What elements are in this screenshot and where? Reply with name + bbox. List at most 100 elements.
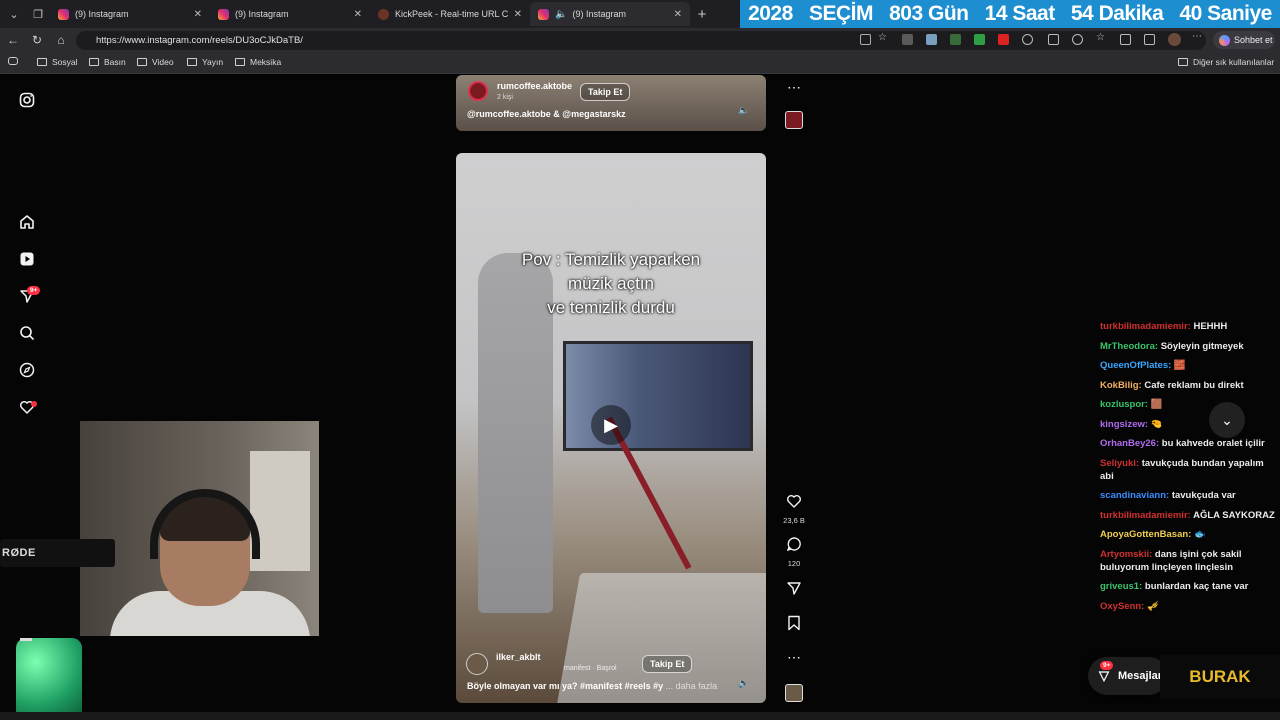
profile-avatar[interactable] <box>1168 33 1181 46</box>
bookmark-folder-basin[interactable]: Basın <box>89 57 126 67</box>
countdown-seconds: 40 Saniye <box>1179 2 1272 25</box>
kickpeek-icon <box>378 8 389 20</box>
chevron-down-icon[interactable]: ⌄ <box>1209 402 1245 438</box>
chat-message: MrTheodora: Söyleyin gitmeyek <box>1100 340 1275 353</box>
avatar[interactable] <box>466 653 488 675</box>
bookmark-label: Meksika <box>250 57 282 67</box>
speaker-icon[interactable]: 🔈 <box>555 9 567 20</box>
reel-username[interactable]: rumcoffee.aktobe <box>497 81 572 91</box>
url-field[interactable]: https://www.instagram.com/reels/DU3oCJkD… <box>76 31 1206 50</box>
tab-close-icon[interactable]: ✕ <box>194 9 202 20</box>
tab-actions-chevron-icon[interactable]: ⌄ <box>4 4 24 24</box>
chat-text: AĞLA SAYKORAZ <box>1193 509 1275 521</box>
browser-tab-bar: ⌄ ❐ (9) Instagram ✕ (9) Instagram ✕ Kick… <box>0 0 1280 28</box>
tab-close-icon[interactable]: ✕ <box>514 9 522 20</box>
play-icon[interactable]: ▶ <box>591 405 631 445</box>
extension-icon[interactable] <box>902 34 913 45</box>
collections-icon[interactable] <box>1144 34 1155 45</box>
favorites-icon[interactable]: ☆ <box>1096 32 1107 43</box>
extension-icon[interactable] <box>998 34 1009 45</box>
chat-text: Cafe reklamı bu direkt <box>1144 379 1244 391</box>
copilot-chat-button[interactable]: Sohbet et <box>1213 31 1275 49</box>
extension-icon[interactable] <box>1022 34 1033 45</box>
back-arrow-icon[interactable]: ← <box>5 32 21 48</box>
extensions-puzzle-icon[interactable] <box>1072 34 1083 45</box>
reel-username[interactable]: ilker_akblt <box>496 652 541 662</box>
tab-title: (9) Instagram <box>75 9 129 19</box>
bookmark-folder-meksika[interactable]: Meksika <box>235 57 281 67</box>
split-view-icon[interactable] <box>860 34 871 45</box>
reload-icon[interactable]: ↻ <box>29 32 45 48</box>
tab-kickpeek[interactable]: KickPeek - Real-time URL Crawler ✕ <box>370 2 530 26</box>
countdown-year: 2028 <box>748 2 793 25</box>
countdown-hours: 14 Saat <box>984 2 1056 25</box>
bookmark-label: Sosyal <box>52 57 78 67</box>
overlay-line: müzik açtın <box>568 274 654 293</box>
chat-message: kingsizew: 🤏 <box>1100 418 1275 431</box>
explore-compass-icon[interactable] <box>18 361 36 379</box>
browser-essentials-icon[interactable] <box>1120 34 1131 45</box>
bookmark-folder-yayin[interactable]: Yayın <box>187 57 223 67</box>
save-button[interactable] <box>783 615 805 636</box>
home-icon[interactable]: ⌂ <box>53 32 69 48</box>
tab-title: KickPeek - Real-time URL Crawler <box>395 9 508 19</box>
extension-icon[interactable] <box>950 34 961 45</box>
speaker-icon[interactable]: 🔈 <box>738 105 749 116</box>
reel-card-previous[interactable]: rumcoffee.aktobe 2 kişi Takip Et @rumcof… <box>456 75 766 131</box>
sidebar-toggle-icon[interactable] <box>1048 34 1059 45</box>
workspaces-icon[interactable]: ❐ <box>28 4 48 24</box>
chat-username: kozluspor: <box>1100 399 1149 410</box>
chat-message: Seliyuki: tavukçuda bundan yapalım abi <box>1100 457 1275 483</box>
tab-title: (9) Instagram <box>235 9 289 19</box>
share-icon <box>787 582 801 595</box>
chat-username: OxySenn: <box>1100 600 1145 612</box>
tab-instagram-active[interactable]: 🔈 (9) Instagram ✕ <box>530 2 690 26</box>
extension-icon[interactable] <box>926 34 937 45</box>
more-options-icon[interactable]: ⋯ <box>783 649 805 666</box>
chat-username: Seliyuki: <box>1100 457 1140 469</box>
audio-thumbnail[interactable] <box>785 684 803 702</box>
bookmark-folder-video[interactable]: Video <box>137 57 174 67</box>
avatar[interactable] <box>468 81 488 101</box>
chat-message: Artyomskii: dans işini çok sakil buluyor… <box>1100 548 1275 574</box>
new-tab-button[interactable]: + <box>692 4 712 24</box>
folder-icon <box>1178 58 1188 66</box>
bottom-strip <box>0 712 1280 720</box>
chat-username: griveus1: <box>1100 581 1143 592</box>
reel-audio[interactable]: manifest · Başrol <box>564 665 617 672</box>
tab-instagram-1[interactable]: (9) Instagram ✕ <box>50 2 210 26</box>
comment-button[interactable]: 120 <box>783 536 805 568</box>
chat-message: ApoyaGottenBasan: 🐟 <box>1100 528 1275 541</box>
home-icon[interactable] <box>18 213 36 231</box>
instagram-logo-icon[interactable] <box>18 91 36 109</box>
like-button[interactable]: 23,6 B <box>783 493 805 525</box>
more-options-icon[interactable]: ⋯ <box>783 79 805 96</box>
countdown-days: 803 Gün <box>889 2 969 25</box>
messages-button[interactable]: ▽ 9+ Mesajlar <box>1088 657 1168 695</box>
speaker-icon[interactable]: 🔈 <box>738 678 749 689</box>
search-icon[interactable] <box>18 324 36 342</box>
favorite-star-icon[interactable]: ☆ <box>878 32 889 43</box>
follow-button[interactable]: Takip Et <box>642 655 693 673</box>
chat-text: 🟫 <box>1150 399 1163 410</box>
bookmark-label: Yayın <box>202 57 224 67</box>
more-link[interactable]: ... daha fazla <box>666 681 718 691</box>
reading-mode-icon[interactable] <box>8 57 23 65</box>
share-button[interactable] <box>783 580 805 601</box>
chat-message: OrhanBey26: bu kahvede oralet içilir <box>1100 437 1275 450</box>
reels-icon[interactable] <box>18 250 36 268</box>
folder-icon <box>235 58 245 66</box>
extension-icon[interactable] <box>974 34 985 45</box>
other-bookmarks-folder[interactable]: Diğer sık kullanılanlar <box>1178 57 1274 67</box>
chat-message: KokBilig: Cafe reklamı bu direkt <box>1100 379 1275 392</box>
audio-thumbnail[interactable] <box>785 111 803 129</box>
tab-close-icon[interactable]: ✕ <box>674 9 682 20</box>
more-options-icon[interactable]: ⋯ <box>1192 31 1203 42</box>
tab-instagram-2[interactable]: (9) Instagram ✕ <box>210 2 370 26</box>
notification-dot <box>31 401 37 407</box>
reel-card-current[interactable]: Pov : Temizlik yaparken müzik açtın ve t… <box>456 153 766 703</box>
chat-username: kingsizew: <box>1100 418 1149 430</box>
follow-button[interactable]: Takip Et <box>580 83 631 101</box>
bookmark-folder-sosyal[interactable]: Sosyal <box>37 57 78 67</box>
tab-close-icon[interactable]: ✕ <box>354 9 362 20</box>
